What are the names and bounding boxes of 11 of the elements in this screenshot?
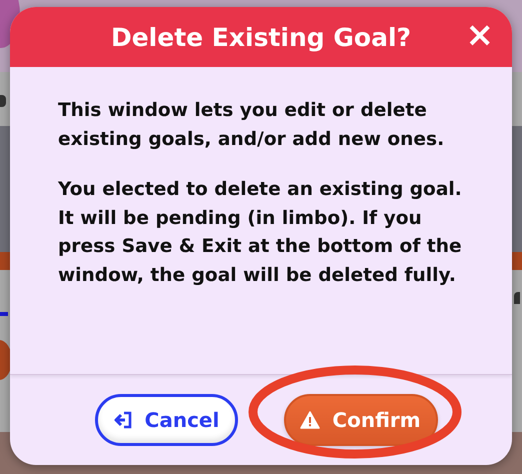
glyph-mark [514,292,520,304]
exit-icon [112,411,133,429]
dialog-message: You elected to delete an existing goal. It will be pending (in limbo). If you press Save & Exit at the bottom of the window, the goal will be deleted fully. [58,178,463,288]
cancel-button[interactable]: Cancel [94,394,238,446]
dialog-title: Delete Existing Goal? [110,22,412,52]
glyph-mark [0,95,6,107]
dialog-message: This window lets you edit or delete existing goals, and/or add new ones. [58,99,446,152]
close-button[interactable]: × [464,20,496,50]
confirm-button[interactable]: Confirm [284,394,438,446]
scribble-mark [0,312,8,316]
warning-icon [300,411,320,429]
